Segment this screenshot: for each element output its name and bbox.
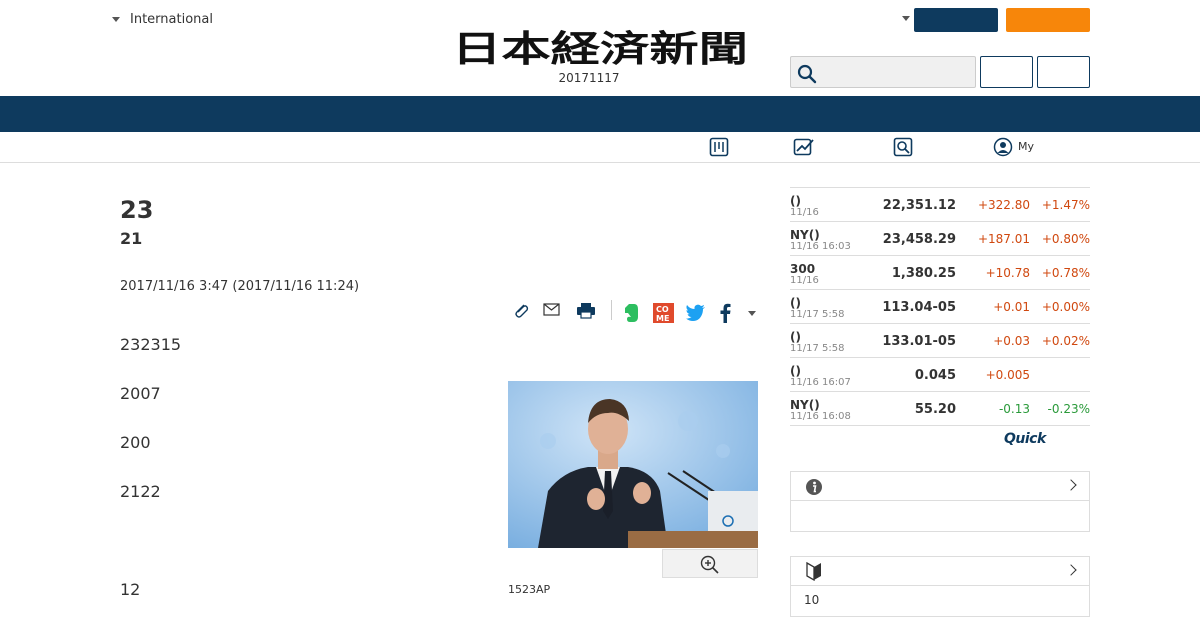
- print-icon[interactable]: [576, 300, 596, 322]
- my-page-link[interactable]: My: [1018, 140, 1034, 153]
- market-row[interactable]: NY() 11/16 16:03 23,458.29 +187.01 +0.80%: [790, 222, 1090, 256]
- market-value: 133.01-05: [882, 334, 956, 349]
- article-paragraph-4: 2122: [120, 482, 161, 501]
- market-time: 11/16 16:07: [790, 377, 851, 388]
- market-change-pct: +0.02%: [1041, 334, 1090, 348]
- quick-logo[interactable]: Quick: [1004, 431, 1046, 447]
- market-name: (): [790, 296, 801, 310]
- clip-icon[interactable]: [513, 300, 529, 322]
- market-time: 11/16: [790, 275, 819, 286]
- caret-down-icon[interactable]: [902, 16, 910, 21]
- beginner-mark-icon: [806, 561, 821, 581]
- info-icon: [806, 479, 822, 495]
- market-name: (): [790, 364, 801, 378]
- market-value: 22,351.12: [882, 198, 956, 213]
- market-row[interactable]: NY() 11/16 16:08 55.20 -0.13 -0.23%: [790, 392, 1090, 426]
- article-subtitle: 21: [120, 229, 143, 248]
- article-paragraph-1: 232315: [120, 335, 182, 354]
- beginner-box[interactable]: 10: [790, 556, 1090, 617]
- mail-icon[interactable]: [543, 300, 561, 322]
- market-name: (): [790, 330, 801, 344]
- info-box-body: [791, 501, 1089, 531]
- market-row[interactable]: () 11/16 16:07 0.045 +0.005: [790, 358, 1090, 392]
- market-change-pct: +0.00%: [1041, 300, 1090, 314]
- market-time: 11/17 5:58: [790, 343, 845, 354]
- header-outline-button-2[interactable]: [1037, 56, 1090, 88]
- chevron-right-icon: [1065, 479, 1077, 491]
- issue-date: 20171117: [558, 71, 620, 85]
- article-paragraph-3: 200: [120, 433, 151, 452]
- caret-down-icon: [112, 17, 120, 22]
- photo-zoom-button[interactable]: [662, 549, 758, 578]
- info-box[interactable]: [790, 471, 1090, 532]
- edition-label: International: [130, 12, 213, 27]
- market-time: 11/17 5:58: [790, 309, 845, 320]
- photo-caption: 1523AP: [508, 583, 551, 596]
- header-outline-button-1[interactable]: [980, 56, 1033, 88]
- market-change: +0.01: [993, 300, 1030, 314]
- info-box-header[interactable]: [791, 472, 1089, 501]
- svg-text:CO: CO: [656, 305, 669, 314]
- market-change: -0.13: [998, 402, 1030, 416]
- market-value: 23,458.29: [882, 232, 956, 247]
- facebook-icon[interactable]: [718, 302, 732, 324]
- market-change: +10.78: [985, 266, 1030, 280]
- market-value: 0.045: [914, 368, 956, 383]
- beginner-box-header[interactable]: [791, 557, 1089, 586]
- chart-icon[interactable]: [793, 137, 815, 157]
- twitter-icon[interactable]: [685, 302, 707, 324]
- market-name: 300: [790, 262, 816, 276]
- search-icon: [797, 64, 817, 84]
- article-paragraph-5: 12: [120, 580, 141, 599]
- market-name: NY(): [790, 398, 820, 412]
- market-row[interactable]: () 11/17 5:58 113.04-05 +0.01 +0.00%: [790, 290, 1090, 324]
- evernote-icon[interactable]: [622, 302, 640, 324]
- market-table: () 11/16 22,351.12 +322.80 +1.47% NY() 11/16 1…: [790, 187, 1090, 426]
- article-title: 23: [120, 196, 154, 224]
- market-value: 55.20: [914, 402, 956, 417]
- main-navbar: [0, 96, 1200, 132]
- market-change: +187.01: [977, 232, 1030, 246]
- market-change: +0.03: [993, 334, 1030, 348]
- market-row[interactable]: () 11/16 22,351.12 +322.80 +1.47%: [790, 188, 1090, 222]
- user-icon[interactable]: [993, 137, 1013, 157]
- search-input[interactable]: [790, 56, 976, 88]
- share-divider: [611, 300, 612, 320]
- market-value: 1,380.25: [891, 266, 956, 281]
- paper-icon[interactable]: [709, 137, 729, 157]
- chevron-right-icon: [1065, 564, 1077, 576]
- subscribe-button[interactable]: [1006, 8, 1090, 32]
- market-row[interactable]: 300 11/16 1,380.25 +10.78 +0.78%: [790, 256, 1090, 290]
- nikkei-logo[interactable]: 日本経済新聞: [452, 28, 752, 68]
- market-change: +322.80: [977, 198, 1030, 212]
- market-time: 11/16: [790, 207, 819, 218]
- market-name: (): [790, 194, 801, 208]
- market-change-pct: +0.80%: [1041, 232, 1090, 246]
- market-change: +0.005: [985, 368, 1030, 382]
- article-dateline: 2017/11/16 3:47 (2017/11/16 11:24): [120, 279, 360, 294]
- come-icon[interactable]: CO ME: [653, 302, 674, 324]
- market-change-pct: +0.78%: [1041, 266, 1090, 280]
- market-name: NY(): [790, 228, 820, 242]
- login-button[interactable]: [914, 8, 998, 32]
- market-value: 113.04-05: [882, 300, 956, 315]
- article-paragraph-2: 2007: [120, 384, 161, 403]
- svg-text:ME: ME: [656, 314, 669, 323]
- market-time: 11/16 16:08: [790, 411, 851, 422]
- market-change-pct: +1.47%: [1041, 198, 1090, 212]
- share-more-caret-icon[interactable]: [748, 311, 756, 316]
- market-row[interactable]: () 11/17 5:58 133.01-05 +0.03 +0.02%: [790, 324, 1090, 358]
- beginner-box-body: 10: [804, 593, 820, 607]
- zoom-in-icon: [700, 555, 719, 574]
- logo-text: 日本経済新聞: [452, 28, 748, 68]
- market-change-pct: -0.23%: [1047, 402, 1090, 416]
- article-photo[interactable]: [508, 381, 758, 548]
- market-time: 11/16 16:03: [790, 241, 851, 252]
- edition-selector[interactable]: International: [112, 12, 213, 27]
- search-doc-icon[interactable]: [893, 137, 913, 157]
